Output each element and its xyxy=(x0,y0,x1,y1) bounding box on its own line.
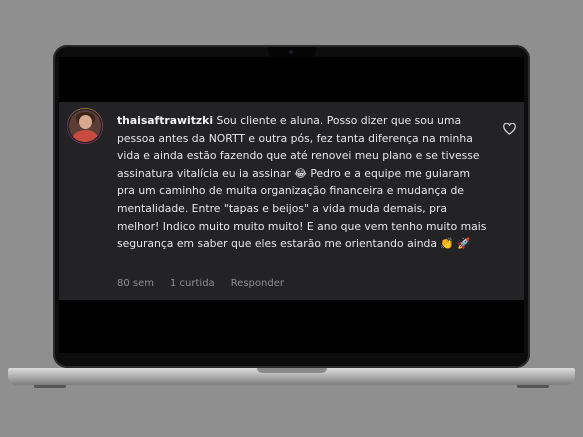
laptop-base xyxy=(8,368,575,385)
comment-card: thaisaftrawitzki Sou cliente e aluna. Po… xyxy=(59,102,524,300)
avatar-image xyxy=(69,110,101,142)
laptop-screen: thaisaftrawitzki Sou cliente e aluna. Po… xyxy=(59,57,524,353)
camera-icon xyxy=(289,50,293,54)
trackpad-notch xyxy=(257,368,327,373)
comment-time: 80 sem xyxy=(117,278,155,289)
comment-likes[interactable]: 1 curtida xyxy=(170,278,215,289)
avatar[interactable] xyxy=(67,108,103,144)
laptop-foot-left xyxy=(34,385,66,388)
comment-body: thaisaftrawitzki Sou cliente e aluna. Po… xyxy=(117,112,489,253)
comment-text: Sou cliente e aluna. Posso dizer que sou… xyxy=(117,114,487,251)
comment-username[interactable]: thaisaftrawitzki xyxy=(117,114,213,127)
reply-button[interactable]: Responder xyxy=(231,278,284,289)
heart-outline-icon[interactable] xyxy=(503,123,516,135)
comment-meta: 80 sem 1 curtida Responder xyxy=(117,278,284,289)
laptop-foot-right xyxy=(517,385,549,388)
